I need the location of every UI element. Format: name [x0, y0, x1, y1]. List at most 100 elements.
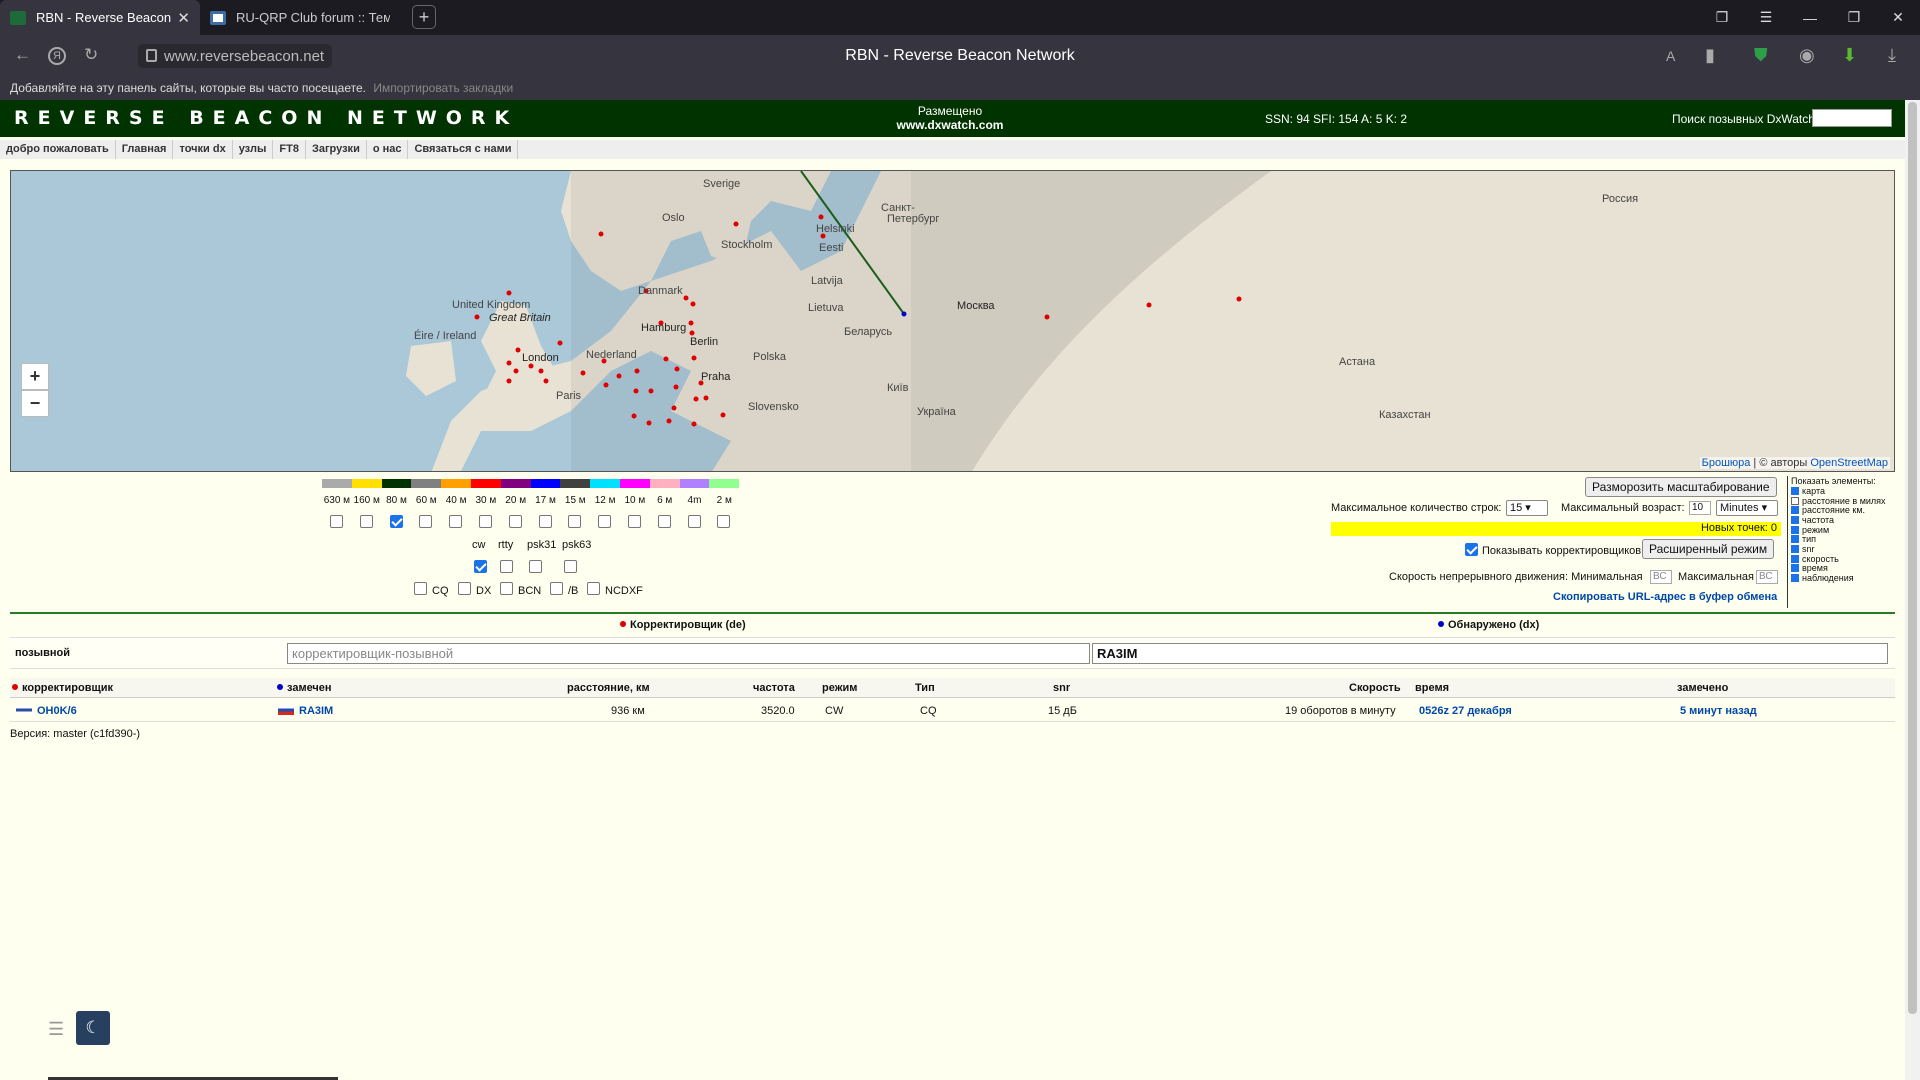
shield-icon[interactable]: ⛊ [1754, 45, 1768, 66]
tabs-menu-icon[interactable]: ❐ [1700, 9, 1744, 26]
site-logo[interactable]: REVERSE BEACON NETWORK [14, 107, 518, 129]
skimmer-marker[interactable] [557, 340, 563, 346]
band-checkbox[interactable] [538, 515, 552, 528]
extension-icon[interactable]: ◉ [1799, 45, 1815, 66]
show-element-checkbox[interactable] [1791, 525, 1799, 534]
type-checkbox[interactable] [414, 582, 427, 595]
skimmer-marker[interactable] [690, 301, 696, 307]
show-element-checkbox[interactable] [1791, 506, 1799, 515]
menu-downloads[interactable]: Загрузки [306, 140, 367, 159]
minimize-icon[interactable]: — [1788, 10, 1832, 26]
skimmer-marker[interactable] [1044, 314, 1050, 320]
skimmer-marker[interactable] [673, 384, 679, 390]
show-element-checkbox[interactable] [1791, 554, 1799, 563]
copy-url-link[interactable]: Скопировать URL-адрес в буфер обмена [1553, 591, 1777, 603]
show-element-item[interactable]: время [1791, 563, 1897, 573]
mode-checkbox[interactable] [529, 560, 542, 573]
unfreeze-zoom-button[interactable]: Разморозить масштабирование [1585, 477, 1777, 497]
menu-dx-spots[interactable]: точки dx [173, 140, 233, 159]
show-element-checkbox[interactable] [1791, 564, 1799, 573]
show-element-checkbox[interactable] [1791, 496, 1799, 505]
max-age-unit-select[interactable]: Minutes ▾ [1716, 500, 1778, 516]
skimmer-marker[interactable] [506, 360, 512, 366]
type-checkbox[interactable] [550, 582, 563, 595]
skimmer-marker[interactable] [598, 231, 604, 237]
show-element-item[interactable]: расстояние км. [1791, 505, 1897, 515]
dxwatch-link[interactable]: www.dxwatch.com [897, 118, 1004, 132]
skimmer-marker[interactable] [634, 368, 640, 374]
restore-icon[interactable]: ❐ [1832, 9, 1876, 26]
bookmark-icon[interactable]: ▮ [1705, 45, 1715, 66]
show-element-checkbox[interactable] [1791, 515, 1799, 524]
skimmer-marker[interactable] [691, 355, 697, 361]
skimmer-marker[interactable] [513, 368, 519, 374]
tab-rbn[interactable]: RBN - Reverse Beacon N ✕ [0, 0, 200, 35]
col-skimmer[interactable]: корректировщик [12, 682, 113, 694]
skimmer-marker[interactable] [515, 347, 521, 353]
de-callsign-input[interactable]: корректировщик-позывной [287, 643, 1090, 664]
menu-nodes[interactable]: узлы [233, 140, 274, 159]
show-element-item[interactable]: snr [1791, 544, 1897, 554]
menu-welcome[interactable]: добро пожаловать [0, 140, 116, 159]
band-checkbox[interactable] [568, 515, 582, 528]
col-type[interactable]: Тип [915, 682, 935, 694]
speed-max-input[interactable]: ВС [1756, 570, 1778, 584]
skimmer-marker[interactable] [674, 366, 680, 372]
band-checkbox[interactable] [449, 515, 463, 528]
show-element-checkbox[interactable] [1791, 574, 1799, 583]
skimmer-marker[interactable] [688, 320, 694, 326]
skimmer-marker[interactable] [506, 378, 512, 384]
spot-map[interactable]: Sverige Oslo Stockholm Helsinki Санкт- Петерб… [10, 170, 1895, 472]
skimmer-marker[interactable] [693, 396, 699, 402]
scrollbar-thumb[interactable] [1908, 102, 1917, 1014]
type-checkbox[interactable] [587, 582, 600, 595]
show-element-item[interactable]: тип [1791, 534, 1897, 544]
row-spotted[interactable]: RA3IM [278, 705, 333, 717]
type-checkbox[interactable] [458, 582, 471, 595]
skimmer-marker[interactable] [474, 314, 480, 320]
col-mode[interactable]: режим [822, 682, 857, 694]
band-checkbox[interactable] [419, 515, 433, 528]
col-distance[interactable]: расстояние, км [567, 682, 650, 694]
skimmer-marker[interactable] [633, 388, 639, 394]
show-skimmers-checkbox[interactable] [1465, 543, 1478, 556]
menu-contact[interactable]: Связаться с нами [408, 140, 519, 159]
skimmer-marker[interactable] [733, 221, 739, 227]
max-age-input[interactable]: 10 [1689, 501, 1711, 515]
band-checkbox[interactable] [330, 515, 343, 528]
skimmer-marker[interactable] [538, 368, 544, 374]
dark-mode-icon[interactable]: ☾ [76, 1011, 110, 1045]
menu-home[interactable]: Главная [116, 140, 174, 159]
mode-checkbox[interactable] [474, 560, 487, 573]
skimmer-marker[interactable] [543, 378, 549, 384]
band-checkbox[interactable] [359, 515, 373, 528]
max-rows-select[interactable]: 15 ▾ [1506, 500, 1548, 516]
show-element-item[interactable]: частота [1791, 515, 1897, 525]
hamburger-icon[interactable]: ☰ [48, 1019, 64, 1040]
col-snr[interactable]: snr [1053, 682, 1070, 694]
osm-link[interactable]: OpenStreetMap [1810, 457, 1888, 469]
advanced-mode-button[interactable]: Расширенный режим [1642, 539, 1775, 559]
zoom-in-button[interactable]: + [21, 363, 49, 390]
translate-icon[interactable]: A [1666, 48, 1675, 64]
leaflet-link[interactable]: Брошюра [1702, 457, 1751, 469]
band-checkbox[interactable] [628, 515, 641, 528]
band-checkbox[interactable] [717, 515, 731, 528]
mode-checkbox[interactable] [564, 560, 577, 573]
dxwatch-search-input[interactable] [1812, 109, 1892, 127]
page-scrollbar[interactable] [1905, 100, 1920, 1080]
show-element-item[interactable]: наблюдения [1791, 573, 1897, 583]
mode-checkbox[interactable] [500, 560, 513, 573]
band-checkbox[interactable] [479, 515, 492, 528]
band-checkbox[interactable] [389, 515, 403, 528]
new-tab-button[interactable]: + [412, 5, 436, 29]
skimmer-marker[interactable] [683, 295, 689, 301]
download-extension-icon[interactable]: ⬇ [1842, 45, 1857, 66]
menu-ft8[interactable]: FT8 [273, 140, 306, 159]
band-checkbox[interactable] [657, 515, 671, 528]
skimmer-marker[interactable] [818, 214, 824, 220]
import-bookmarks-link[interactable]: Импортировать закладки [373, 81, 513, 95]
skimmer-marker[interactable] [1146, 302, 1152, 308]
row-time[interactable]: 0526z 27 декабря [1419, 705, 1512, 717]
band-checkbox[interactable] [687, 515, 701, 528]
